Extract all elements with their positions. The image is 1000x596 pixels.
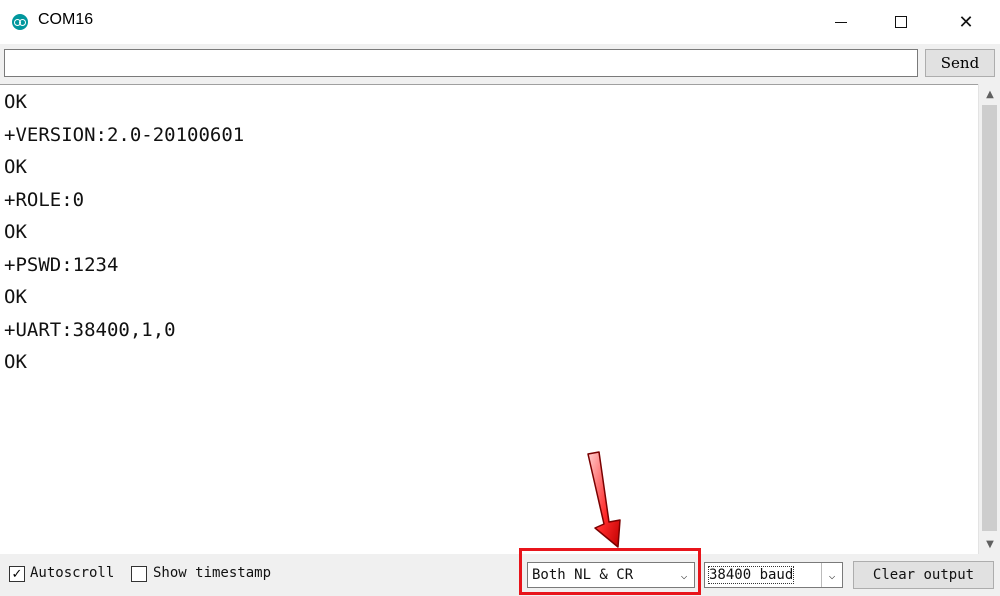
timestamp-checkbox[interactable]: [131, 566, 147, 582]
send-button[interactable]: Send: [925, 49, 995, 77]
minimize-icon: [835, 21, 847, 23]
clear-output-button[interactable]: Clear output: [853, 561, 994, 589]
close-icon: ✕: [958, 11, 974, 33]
output-line: OK: [4, 91, 27, 113]
output-line: +ROLE:0: [4, 189, 85, 211]
output-line: OK: [4, 351, 27, 373]
window-title: COM16: [38, 11, 94, 28]
serial-output[interactable]: OK +VERSION:2.0-20100601 OK +ROLE:0 OK +…: [0, 84, 978, 554]
output-line: OK: [4, 221, 27, 243]
chevron-down-icon: ⌵: [821, 563, 842, 587]
send-input[interactable]: [4, 49, 918, 77]
arduino-icon: [12, 14, 28, 30]
maximize-button[interactable]: [878, 0, 924, 44]
output-line: OK: [4, 156, 27, 178]
timestamp-label: Show timestamp: [153, 565, 272, 581]
scroll-down-icon[interactable]: ▼: [979, 534, 1000, 554]
output-line: +PSWD:1234: [4, 254, 119, 276]
minimize-button[interactable]: [818, 0, 864, 44]
checkmark-icon: ✓: [11, 566, 23, 582]
autoscroll-checkbox[interactable]: ✓: [9, 566, 25, 582]
close-button[interactable]: ✕: [943, 0, 989, 44]
autoscroll-label: Autoscroll: [30, 565, 115, 581]
scroll-up-icon[interactable]: ▲: [979, 84, 1000, 104]
title-bar: COM16 ✕: [0, 0, 1000, 45]
highlight-box: [519, 548, 701, 595]
red-arrow-icon: [587, 451, 621, 548]
vertical-scrollbar[interactable]: ▲ ▼: [978, 84, 1000, 554]
baud-rate-select[interactable]: 38400 baud ⌵: [704, 562, 843, 588]
maximize-icon: [895, 16, 907, 28]
output-line: +UART:38400,1,0: [4, 319, 176, 341]
baud-rate-value: 38400 baud: [707, 566, 795, 584]
bottom-bar: ✓ Autoscroll Show timestamp Both NL & CR…: [0, 555, 1000, 596]
output-line: +VERSION:2.0-20100601: [4, 124, 245, 146]
output-line: OK: [4, 286, 27, 308]
send-row: Send: [0, 44, 1000, 82]
scroll-thumb[interactable]: [982, 105, 997, 531]
